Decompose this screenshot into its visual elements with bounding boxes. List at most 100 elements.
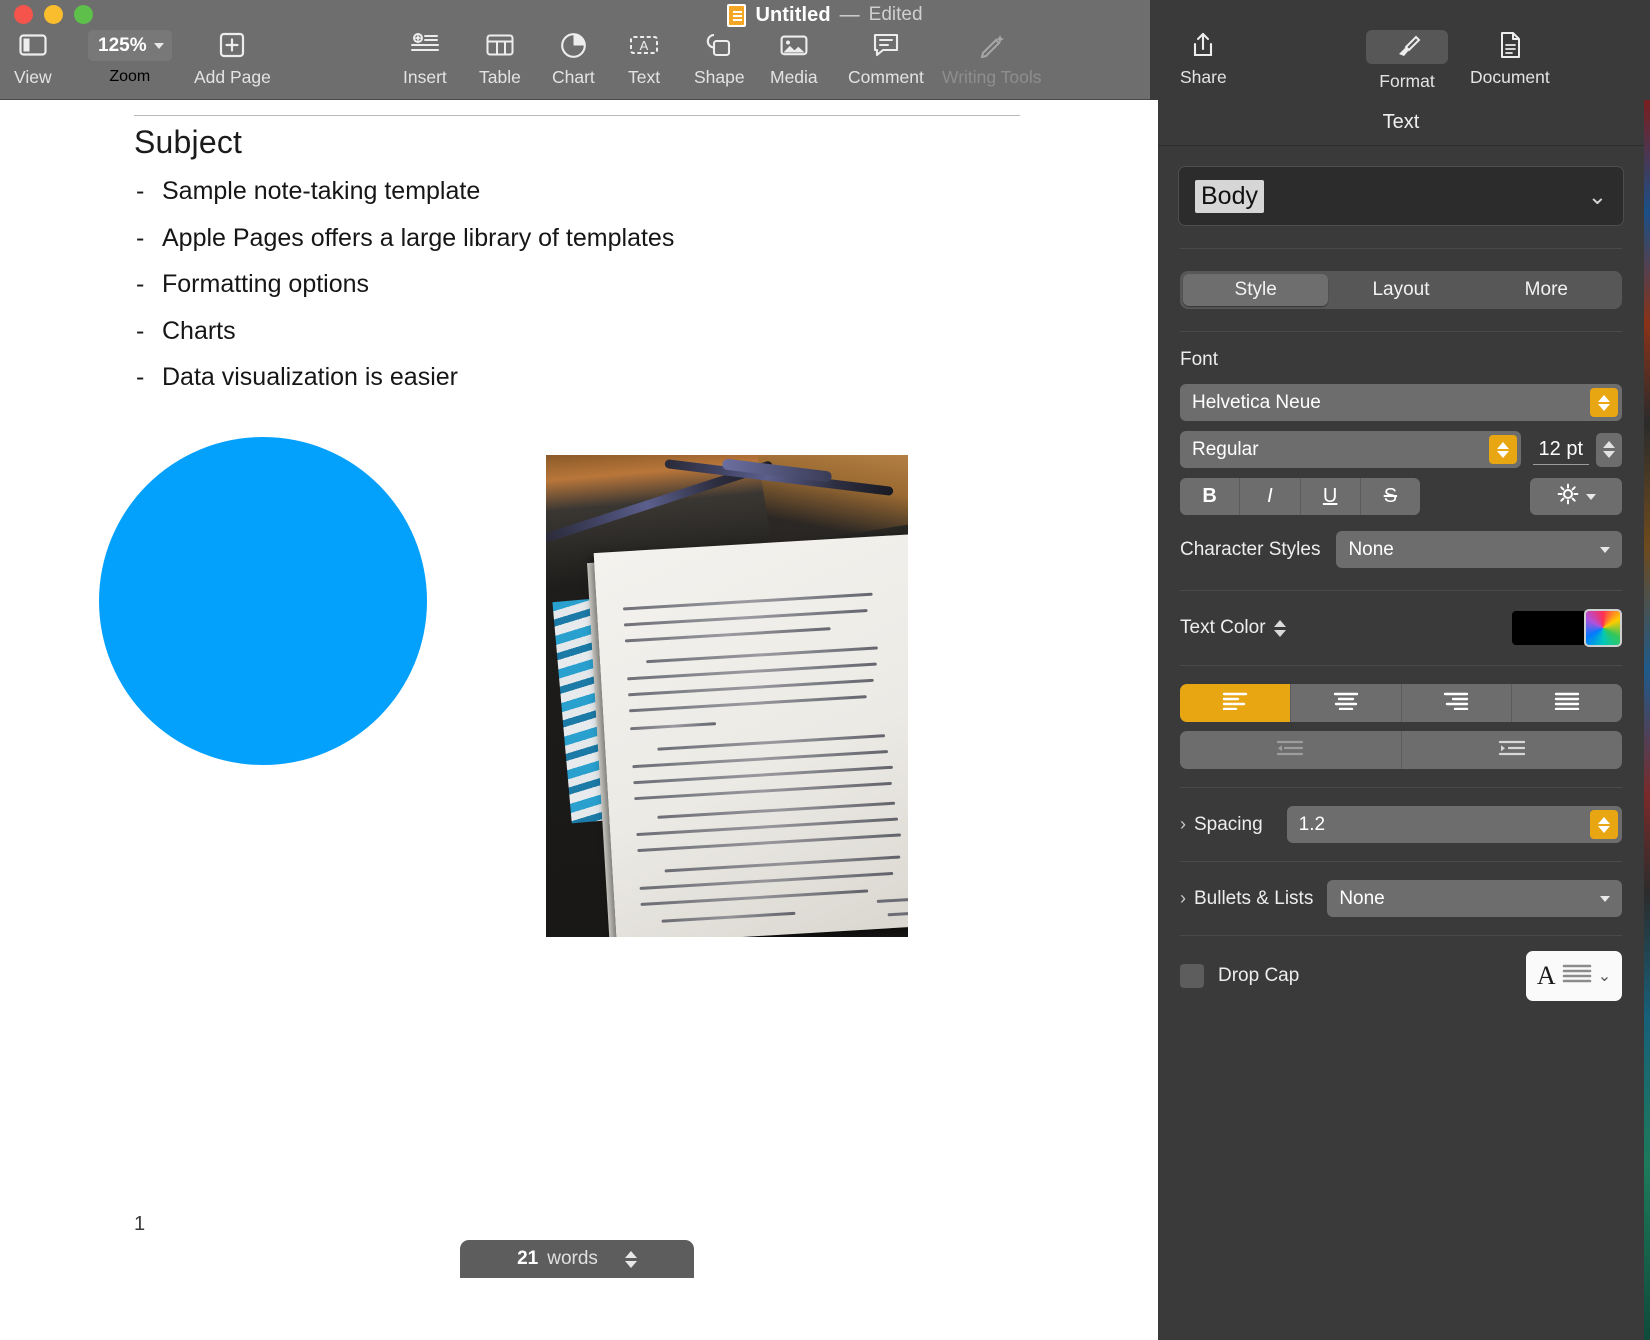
text-button[interactable]: A Text [628,30,660,88]
text-box-icon: A [629,30,659,60]
align-right-button[interactable] [1402,684,1513,722]
format-inspector-panel[interactable]: Text Body ⌄ Style Layout More Font Helve… [1158,100,1644,1340]
table-button[interactable]: Table [479,30,521,88]
zoom-popup-button[interactable]: 125% [88,30,172,61]
inserted-photo[interactable] [546,455,908,937]
advanced-options-button[interactable] [1530,478,1622,515]
font-size-input[interactable]: 12 pt [1533,434,1589,465]
text-color-swatch[interactable] [1512,611,1584,645]
spacing-label: Spacing [1194,814,1263,836]
minimize-window-button[interactable] [44,5,63,24]
document-page-icon [1498,30,1522,60]
document-button[interactable]: Document [1470,30,1550,88]
share-button[interactable]: Share [1180,30,1227,88]
blue-circle-shape[interactable] [99,437,427,765]
chart-button[interactable]: Chart [552,30,595,88]
list-item[interactable]: - Data visualization is easier [136,364,1036,392]
zoom-control[interactable]: 125% Zoom [88,30,172,86]
align-left-icon [1222,692,1248,715]
paragraph-indent-group[interactable] [1180,731,1622,769]
photo-handwriting [594,534,908,937]
inspector-tabs[interactable]: Style Layout More [1180,271,1622,309]
writing-tools-pencil-sparkle-icon [977,30,1007,60]
text-color-stepper-icon[interactable] [1274,620,1286,637]
title-separator: — [840,4,860,27]
bullet-marker: - [136,179,146,204]
align-justify-button[interactable] [1512,684,1622,722]
document-canvas[interactable]: Subject - Sample note-taking template - … [0,100,1158,1340]
divider [1180,248,1622,249]
font-family-select[interactable]: Helvetica Neue [1180,384,1622,421]
comment-button[interactable]: Comment [848,30,924,88]
close-window-button[interactable] [14,5,33,24]
list-item-label: Sample note-taking template [162,178,480,206]
strikethrough-button[interactable]: S [1361,478,1420,515]
photo-handwritten-sheet [594,534,908,937]
view-label: View [14,67,52,88]
increase-indent-button[interactable] [1402,731,1623,769]
spacing-input[interactable]: 1.2 [1287,806,1622,843]
shape-icon [705,30,733,60]
drop-cap-glyph: A [1537,961,1556,991]
paragraph-style-select[interactable]: Body ⌄ [1178,166,1624,226]
underline-button[interactable]: U [1301,478,1361,515]
paragraph-style-value: Body [1195,180,1264,213]
bullets-disclosure-icon[interactable]: › [1180,888,1194,909]
list-item-label: Apple Pages offers a large library of te… [162,225,674,253]
insert-button[interactable]: Insert [403,30,447,88]
outdent-icon [1275,739,1305,762]
table-label: Table [479,67,521,88]
align-center-button[interactable] [1291,684,1402,722]
align-left-button[interactable] [1180,684,1291,722]
divider [1180,935,1622,936]
bullets-lists-label: Bullets & Lists [1194,888,1313,910]
view-button[interactable]: View [14,30,52,88]
chevron-down-icon: ⌄ [1588,185,1607,208]
chevron-down-icon: ⌄ [1598,966,1611,986]
text-style-button-group[interactable]: B I U S [1180,478,1420,515]
font-weight-select[interactable]: Regular [1180,431,1521,468]
bullets-lists-select[interactable]: None [1327,880,1622,917]
font-weight-stepper-icon[interactable] [1489,435,1517,464]
text-label: Text [628,67,660,88]
list-item[interactable]: - Apple Pages offers a large library of … [136,225,1036,253]
format-button[interactable]: Format [1366,30,1448,92]
color-wheel-icon[interactable] [1584,609,1622,647]
bold-button[interactable]: B [1180,478,1240,515]
page-top-rule [134,115,1020,116]
spacing-disclosure-icon[interactable]: › [1180,814,1194,835]
bullets-lists-value: None [1339,888,1384,910]
font-family-stepper-icon[interactable] [1590,388,1618,417]
window-traffic-lights[interactable] [14,5,93,24]
list-item-label: Data visualization is easier [162,364,458,392]
divider [1180,787,1622,788]
italic-button[interactable]: I [1240,478,1300,515]
character-styles-select[interactable]: None [1336,531,1622,568]
chart-pie-icon [560,30,587,60]
word-count-pill[interactable]: 21 words [460,1240,694,1278]
list-item[interactable]: - Charts [136,318,1036,346]
word-count-label: words [547,1248,598,1270]
spacing-stepper-icon[interactable] [1590,810,1618,839]
divider [1180,665,1622,666]
add-page-button[interactable]: Add Page [194,30,271,88]
word-count-value: 21 [517,1248,538,1270]
shape-button[interactable]: Shape [694,30,745,88]
tab-style[interactable]: Style [1183,274,1328,306]
decrease-indent-button[interactable] [1180,731,1402,769]
drop-cap-style-button[interactable]: A ⌄ [1526,951,1622,1001]
zoom-window-button[interactable] [74,5,93,24]
tab-more[interactable]: More [1474,274,1619,306]
paragraph-alignment-group[interactable] [1180,684,1622,722]
list-item[interactable]: - Formatting options [136,271,1036,299]
list-item-label: Formatting options [162,271,369,299]
list-item[interactable]: - Sample note-taking template [136,178,1036,206]
font-size-stepper-icon[interactable] [1596,433,1622,467]
word-count-stepper-icon[interactable] [625,1251,637,1268]
media-button[interactable]: Media [770,30,818,88]
align-right-icon [1443,692,1469,715]
bullet-list[interactable]: - Sample note-taking template - Apple Pa… [136,178,1036,411]
drop-cap-checkbox[interactable] [1180,964,1204,988]
insert-label: Insert [403,67,447,88]
tab-layout[interactable]: Layout [1328,274,1473,306]
